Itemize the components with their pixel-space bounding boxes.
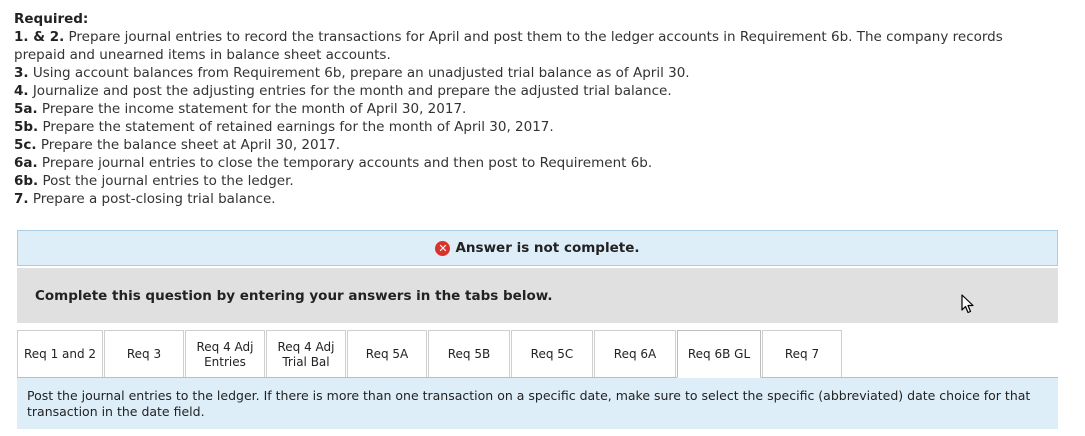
- requirements-heading: Required:: [14, 11, 89, 27]
- requirement-5b: 5b. Prepare the statement of retained ea…: [14, 118, 1014, 136]
- requirement-5a: 5a. Prepare the income statement for the…: [14, 100, 1014, 118]
- mouse-cursor-icon: [961, 294, 974, 314]
- requirement-number: 5c.: [14, 137, 37, 153]
- tab-label: Req 4 Adj Entries: [196, 339, 254, 369]
- tab-instructions-text: Post the journal entries to the ledger. …: [27, 388, 1031, 419]
- requirement-text: Post the journal entries to the ledger.: [38, 173, 294, 189]
- requirement-tabs: Req 1 and 2 Req 3 Req 4 Adj Entries Req …: [17, 330, 1058, 378]
- tab-req-5c[interactable]: Req 5C: [511, 330, 593, 378]
- requirement-1-2: 1. & 2. Prepare journal entries to recor…: [14, 28, 1014, 64]
- requirement-number: 3.: [14, 65, 29, 81]
- error-x-icon: ✕: [435, 240, 451, 256]
- instructions-bar: Complete this question by entering your …: [17, 268, 1058, 323]
- tab-req-4-adj-trial-bal[interactable]: Req 4 Adj Trial Bal: [266, 330, 346, 378]
- requirement-number: 4.: [14, 83, 29, 99]
- requirement-4: 4. Journalize and post the adjusting ent…: [14, 82, 1014, 100]
- instructions-text: Complete this question by entering your …: [35, 287, 553, 304]
- tab-req-1-and-2[interactable]: Req 1 and 2: [17, 330, 103, 378]
- requirement-3: 3. Using account balances from Requireme…: [14, 64, 1014, 82]
- requirement-text: Prepare journal entries to record the tr…: [14, 29, 1003, 63]
- answer-status: ✕ Answer is not complete.: [435, 240, 640, 256]
- requirement-6b: 6b. Post the journal entries to the ledg…: [14, 172, 1014, 190]
- tab-req-7[interactable]: Req 7: [762, 330, 842, 378]
- requirement-7: 7. Prepare a post-closing trial balance.: [14, 190, 1014, 208]
- requirement-number: 6b.: [14, 173, 39, 189]
- requirement-text: Using account balances from Requirement …: [28, 65, 690, 81]
- requirement-number: 5b.: [14, 119, 39, 135]
- requirement-text: Prepare the balance sheet at April 30, 2…: [36, 137, 341, 153]
- tab-req-5b[interactable]: Req 5B: [428, 330, 510, 378]
- tab-req-4-adj-entries[interactable]: Req 4 Adj Entries: [185, 330, 265, 378]
- requirement-5c: 5c. Prepare the balance sheet at April 3…: [14, 136, 1014, 154]
- requirement-6a: 6a. Prepare journal entries to close the…: [14, 154, 1014, 172]
- requirement-number: 7.: [14, 191, 29, 207]
- tab-req-3[interactable]: Req 3: [104, 330, 184, 378]
- tab-content-panel: Post the journal entries to the ledger. …: [17, 377, 1058, 429]
- requirement-text: Prepare journal entries to close the tem…: [37, 155, 653, 171]
- requirements-block: Required: 1. & 2. Prepare journal entrie…: [14, 10, 1014, 208]
- requirement-number: 5a.: [14, 101, 38, 117]
- requirement-number: 6a.: [14, 155, 38, 171]
- tab-req-5a[interactable]: Req 5A: [347, 330, 427, 378]
- answer-status-text: Answer is not complete.: [455, 240, 640, 256]
- requirement-text: Prepare the statement of retained earnin…: [38, 119, 554, 135]
- requirement-text: Prepare a post-closing trial balance.: [28, 191, 276, 207]
- tab-req-6a[interactable]: Req 6A: [594, 330, 676, 378]
- requirement-text: Prepare the income statement for the mon…: [37, 101, 467, 117]
- requirement-number: 1. & 2.: [14, 29, 65, 45]
- answer-status-bar: ✕ Answer is not complete.: [17, 230, 1058, 266]
- tab-label: Req 4 Adj Trial Bal: [277, 339, 335, 369]
- requirement-text: Journalize and post the adjusting entrie…: [28, 83, 672, 99]
- tab-req-6b-gl[interactable]: Req 6B GL: [677, 330, 761, 378]
